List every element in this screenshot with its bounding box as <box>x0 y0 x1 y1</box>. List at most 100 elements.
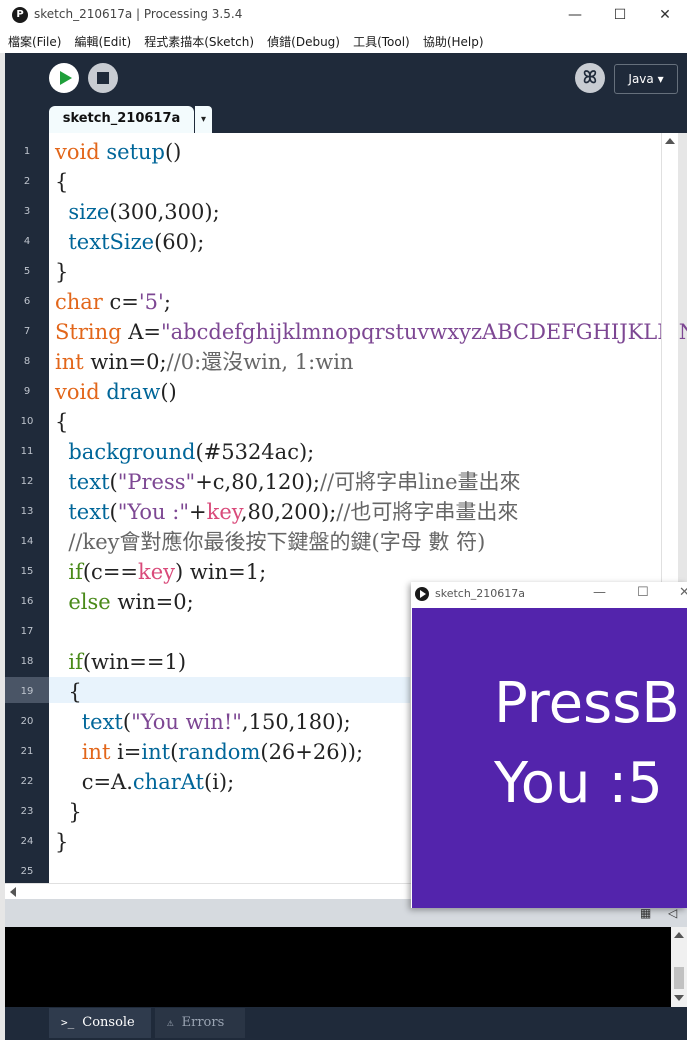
console-scroll-up-icon[interactable] <box>674 932 684 938</box>
stop-icon <box>97 72 109 84</box>
code-token: { <box>55 680 82 704</box>
code-token: random <box>178 740 261 764</box>
line-number: 13 <box>20 506 34 517</box>
code-line[interactable]: c=A.charAt(i); <box>55 767 235 797</box>
sketch-output-window[interactable]: sketch_210617a — ☐ ✕ PressB You :5 <box>411 582 687 908</box>
console-tab-label: Console <box>82 1015 135 1030</box>
code-token: i= <box>110 740 142 764</box>
code-line[interactable]: background(#5324ac); <box>55 437 314 467</box>
code-token: (i); <box>204 770 235 794</box>
code-token: //0:還沒win, 1:win <box>166 350 354 374</box>
menu-help[interactable]: 協助(Help) <box>419 31 488 53</box>
code-token: c= <box>102 290 139 314</box>
code-line[interactable]: char c='5'; <box>55 287 171 317</box>
current-line-highlight <box>49 677 410 703</box>
menu-tool[interactable]: 工具(Tool) <box>349 31 414 53</box>
code-token: +c,80,120); <box>195 470 320 494</box>
stop-button[interactable] <box>88 63 118 93</box>
sketch-window-title: sketch_210617a <box>435 587 526 600</box>
code-line[interactable]: } <box>55 827 68 857</box>
code-token: draw <box>106 380 161 404</box>
tab-errors[interactable]: ⚠ Errors <box>155 1008 245 1038</box>
code-line[interactable]: else win=0; <box>55 587 193 617</box>
code-line[interactable]: size(300,300); <box>55 197 219 227</box>
code-line[interactable]: { <box>55 167 68 197</box>
scroll-up-icon[interactable] <box>665 138 675 144</box>
code-token: charAt <box>132 770 204 794</box>
grid-icon[interactable]: ▦ <box>640 906 651 920</box>
code-line[interactable]: //key會對應你最後按下鍵盤的鍵(字母 數 符) <box>55 527 485 557</box>
sketch-close-button[interactable]: ✕ <box>679 585 687 600</box>
code-token: } <box>55 800 82 824</box>
code-line[interactable]: } <box>55 257 68 287</box>
code-line[interactable]: } <box>55 797 82 827</box>
code-line[interactable]: int i=int(random(26+26)); <box>55 737 363 767</box>
minimize-button[interactable]: — <box>555 4 595 26</box>
code-line[interactable]: { <box>55 407 68 437</box>
code-token: } <box>55 260 69 284</box>
console-scrollbar[interactable] <box>671 927 687 1007</box>
code-token: background <box>68 440 196 464</box>
run-button[interactable] <box>49 63 79 93</box>
code-token: int <box>81 740 111 764</box>
code-token: ,80,200); <box>240 500 337 524</box>
collapse-icon[interactable]: ◁ <box>668 906 677 920</box>
code-token: (#5324ac); <box>195 440 315 464</box>
sketch-title-bar: sketch_210617a — ☐ ✕ <box>411 582 687 607</box>
code-line[interactable]: void setup() <box>55 137 181 167</box>
code-token: { <box>55 170 69 194</box>
code-token: (c== <box>82 560 139 584</box>
menu-file[interactable]: 檔案(File) <box>4 31 65 53</box>
code-token: //可將字串line畫出來 <box>319 470 521 494</box>
tab-console[interactable]: >_ Console <box>49 1008 151 1038</box>
code-line[interactable]: text("You win!",150,180); <box>55 707 351 737</box>
code-line[interactable]: text("You :"+key,80,200);//也可將字串畫出來 <box>55 497 518 527</box>
code-token: void <box>55 380 100 404</box>
line-number: 18 <box>20 656 34 667</box>
tab-menu-arrow[interactable]: ▾ <box>195 106 212 133</box>
line-number: 20 <box>20 716 34 727</box>
line-number: 19 <box>20 686 34 697</box>
code-line[interactable]: if(c==key) win=1; <box>55 557 266 587</box>
code-line[interactable]: if(win==1) <box>55 647 186 677</box>
menu-sketch[interactable]: 程式素描本(Sketch) <box>140 31 258 53</box>
code-token: text <box>81 710 123 734</box>
debug-button[interactable]: ꕤ <box>575 63 605 93</box>
warning-icon: ⚠ <box>167 1016 174 1029</box>
mode-selector[interactable]: Java ▾ <box>614 64 678 94</box>
code-line[interactable]: textSize(60); <box>55 227 204 257</box>
console-output[interactable] <box>5 927 687 1007</box>
code-token: () <box>160 380 177 404</box>
code-line[interactable]: void draw() <box>55 377 177 407</box>
code-token: win=0; <box>83 350 167 374</box>
menu-debug[interactable]: 偵錯(Debug) <box>263 31 344 53</box>
menu-bar: 檔案(File) 編輯(Edit) 程式素描本(Sketch) 偵錯(Debug… <box>0 31 687 54</box>
code-token: ,150,180); <box>241 710 351 734</box>
code-token: ( <box>109 500 118 524</box>
menu-edit[interactable]: 編輯(Edit) <box>71 31 136 53</box>
scroll-left-icon[interactable] <box>10 887 16 897</box>
code-token: () <box>164 140 182 164</box>
code-token: (60); <box>154 230 205 254</box>
code-line[interactable]: int win=0;//0:還沒win, 1:win <box>55 347 353 377</box>
code-token: void <box>55 140 100 164</box>
code-token: + <box>189 500 207 524</box>
debug-icon: ꕤ <box>582 68 598 88</box>
maximize-button[interactable]: ☐ <box>600 4 640 26</box>
tab-sketch[interactable]: sketch_210617a <box>49 106 194 133</box>
line-number: 16 <box>20 596 34 607</box>
sketch-canvas[interactable]: PressB You :5 <box>412 608 687 908</box>
close-button[interactable]: ✕ <box>645 4 685 26</box>
code-token: "You win!" <box>131 710 242 734</box>
line-number: 4 <box>23 236 31 247</box>
code-line[interactable]: String A="abcdefghijklmnopqrstuvwxyzABCD… <box>55 317 687 347</box>
sketch-minimize-button[interactable]: — <box>593 585 606 600</box>
code-line[interactable]: text("Press"+c,80,120);//可將字串line畫出來 <box>55 467 521 497</box>
code-line[interactable]: { <box>55 677 82 707</box>
console-scroll-down-icon[interactable] <box>674 995 684 1001</box>
sketch-maximize-button[interactable]: ☐ <box>637 585 649 600</box>
play-icon <box>60 71 72 85</box>
console-scroll-thumb[interactable] <box>674 967 684 989</box>
window-title: sketch_210617a | Processing 3.5.4 <box>34 7 243 21</box>
